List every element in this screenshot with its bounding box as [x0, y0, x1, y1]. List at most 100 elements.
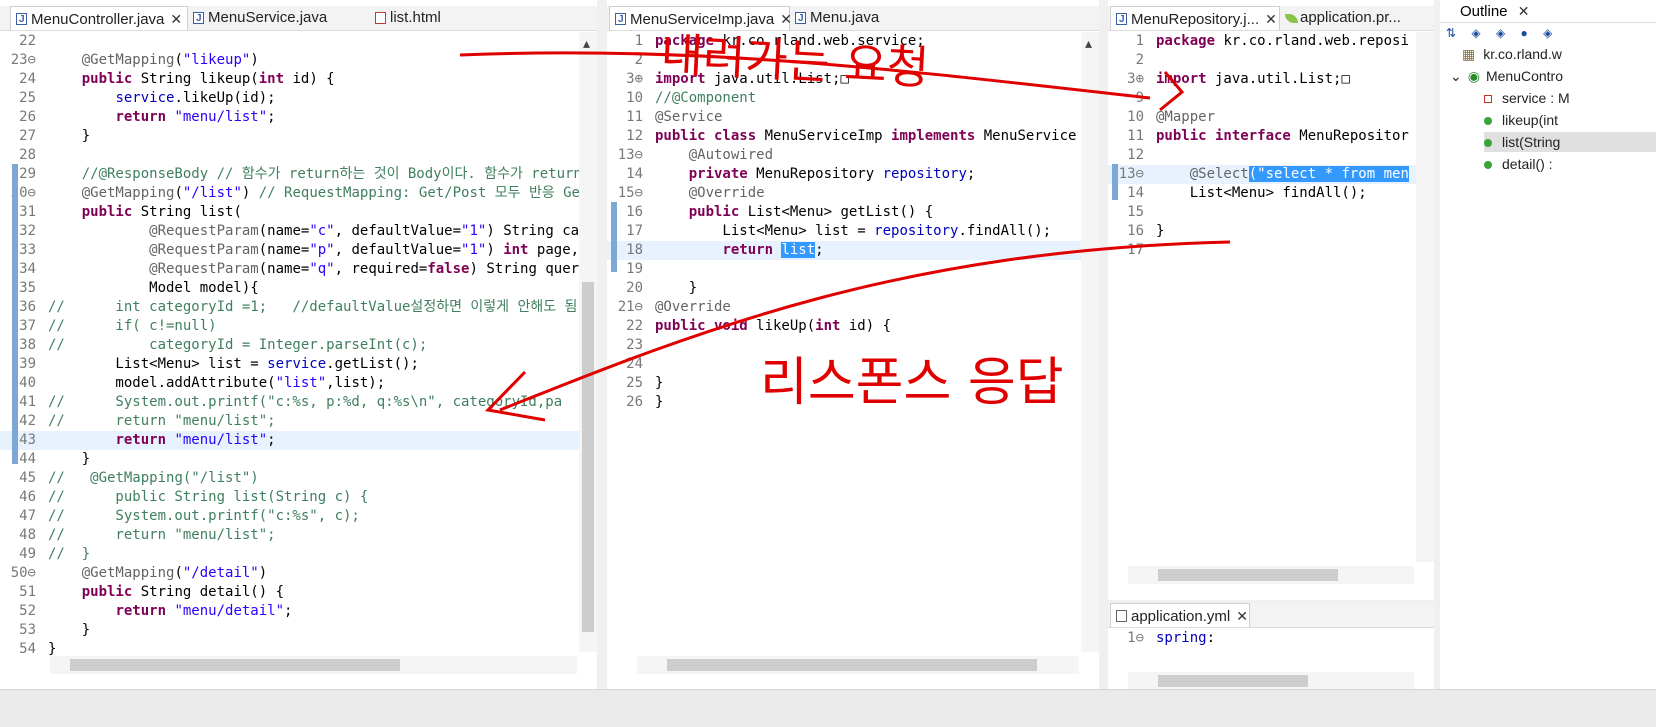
- code-line[interactable]: 17 List<Menu> list = repository.findAll(…: [607, 222, 1099, 241]
- code-line[interactable]: 11 public interface MenuRepositor: [1108, 127, 1434, 146]
- code-line[interactable]: 51 public String detail() {: [0, 583, 597, 602]
- code-line[interactable]: 15: [1108, 203, 1434, 222]
- code-line[interactable]: 26 return "menu/list";: [0, 108, 597, 127]
- outline-item-method[interactable]: detail() :: [1484, 154, 1656, 174]
- horizontal-scrollbar[interactable]: [50, 656, 577, 674]
- expand-chevron-icon[interactable]: ⌄: [1450, 68, 1462, 84]
- horizontal-scrollbar[interactable]: [637, 656, 1079, 674]
- code-line[interactable]: 46 // public String list(String c) {: [0, 488, 597, 507]
- tab-application-yml[interactable]: application.yml ✕: [1110, 603, 1250, 627]
- code-line[interactable]: 23: [607, 336, 1099, 355]
- code-line[interactable]: 16 public List<Menu> getList() {: [607, 203, 1099, 222]
- tab-menu-controller[interactable]: MenuController.java ✕: [10, 6, 188, 32]
- code-line[interactable]: 32 @RequestParam(name="c", defaultValue=…: [0, 222, 597, 241]
- code-line[interactable]: 13⊖ @Select("select * from men: [1108, 165, 1434, 184]
- code-line[interactable]: 9: [1108, 89, 1434, 108]
- code-line[interactable]: 41 // System.out.printf("c:%s, p:%d, q:%s…: [0, 393, 597, 412]
- horizontal-scrollbar[interactable]: [1128, 672, 1414, 690]
- code-line[interactable]: 22: [0, 32, 597, 51]
- tab-list-html[interactable]: list.html: [370, 6, 480, 30]
- code-line[interactable]: 44 }: [0, 450, 597, 469]
- outline-item-method[interactable]: likeup(int: [1484, 110, 1656, 130]
- code-line[interactable]: 22 public void likeUp(int id) {: [607, 317, 1099, 336]
- vertical-scrollbar[interactable]: ▴: [1081, 32, 1099, 652]
- code-line[interactable]: 45 // @GetMapping("/list"): [0, 469, 597, 488]
- code-line[interactable]: 53 }: [0, 621, 597, 640]
- scroll-thumb[interactable]: [70, 659, 400, 671]
- code-line[interactable]: 25 service.likeUp(id);: [0, 89, 597, 108]
- tab-application-properties[interactable]: application.pr...: [1280, 6, 1430, 30]
- code-line[interactable]: 48 // return "menu/list";: [0, 526, 597, 545]
- code-line[interactable]: 19: [607, 260, 1099, 279]
- scroll-thumb[interactable]: [582, 282, 594, 632]
- vertical-scrollbar[interactable]: ▴: [579, 32, 597, 652]
- vertical-scrollbar[interactable]: [1416, 32, 1434, 562]
- code-line[interactable]: 28: [0, 146, 597, 165]
- tab-menu-service-imp[interactable]: MenuServiceImp.java✕: [609, 6, 792, 32]
- code-line[interactable]: 24 public String likeup(int id) {: [0, 70, 597, 89]
- tab-menu-repository[interactable]: MenuRepository.j... ✕: [1110, 6, 1280, 32]
- code-line[interactable]: 11 @Service: [607, 108, 1099, 127]
- tab-menu-service[interactable]: MenuService.java: [188, 6, 364, 31]
- outline-item-method[interactable]: list(String: [1484, 132, 1656, 152]
- code-line[interactable]: 12: [1108, 146, 1434, 165]
- code-line[interactable]: 30⊖ @GetMapping("/list") // RequestMappi…: [0, 184, 597, 203]
- code-line[interactable]: 17: [1108, 241, 1434, 260]
- code-line[interactable]: 21⊖ @Override: [607, 298, 1099, 317]
- code-line[interactable]: 14 private MenuRepository repository;: [607, 165, 1099, 184]
- code-line[interactable]: 10 //@Component: [607, 89, 1099, 108]
- code-line[interactable]: 10 @Mapper: [1108, 108, 1434, 127]
- code-line[interactable]: 43 return "menu/list";: [0, 431, 597, 450]
- code-area[interactable]: 22 23⊖ @GetMapping("likeup") 24 public Str…: [0, 32, 597, 657]
- code-line[interactable]: 42 // return "menu/list";: [0, 412, 597, 431]
- code-line[interactable]: 40 model.addAttribute("list",list);: [0, 374, 597, 393]
- code-line[interactable]: 18 return list;: [607, 241, 1099, 260]
- code-line[interactable]: 38 // categoryId = Integer.parseInt(c);: [0, 336, 597, 355]
- code-line[interactable]: 2: [1108, 51, 1434, 70]
- code-line[interactable]: 1 package kr.co.rland.web.reposi: [1108, 32, 1434, 51]
- scroll-up-icon[interactable]: ▴: [583, 34, 590, 52]
- code-area[interactable]: 1 package kr.co.rland.web.reposi 2 3⊕ import…: [1108, 32, 1434, 562]
- code-line[interactable]: 26}: [607, 393, 1099, 412]
- outline-item-field[interactable]: service : M: [1484, 88, 1656, 108]
- code-line[interactable]: 39 List<Menu> list = service.getList();: [0, 355, 597, 374]
- code-line[interactable]: 14 List<Menu> findAll();: [1108, 184, 1434, 203]
- code-line[interactable]: 47 // System.out.printf("c:%s", c);: [0, 507, 597, 526]
- code-line[interactable]: 12 public class MenuServiceImp implements…: [607, 127, 1099, 146]
- outline-item-package[interactable]: ▦ kr.co.rland.w: [1462, 44, 1656, 64]
- code-line[interactable]: 50⊖ @GetMapping("/detail"): [0, 564, 597, 583]
- code-line[interactable]: 31 public String list(: [0, 203, 597, 222]
- code-line[interactable]: 3⊕ import java.util.List;□: [607, 70, 1099, 89]
- code-line[interactable]: 34 @RequestParam(name="q", required=fals…: [0, 260, 597, 279]
- code-line[interactable]: 3⊕ import java.util.List;□: [1108, 70, 1434, 89]
- close-icon[interactable]: ✕: [170, 11, 182, 27]
- code-line[interactable]: 1 package kr.co.rland.web.service;: [607, 32, 1099, 51]
- code-line[interactable]: 27 }: [0, 127, 597, 146]
- close-icon[interactable]: ✕: [1236, 608, 1248, 624]
- code-line[interactable]: 49 // }: [0, 545, 597, 564]
- code-line[interactable]: 24: [607, 355, 1099, 374]
- scroll-up-icon[interactable]: ▴: [1085, 34, 1092, 52]
- code-line[interactable]: 20 }: [607, 279, 1099, 298]
- code-line[interactable]: 33 @RequestParam(name="p", defaultValue=…: [0, 241, 597, 260]
- scroll-thumb[interactable]: [667, 659, 1037, 671]
- close-icon[interactable]: ✕: [1265, 11, 1277, 27]
- code-line[interactable]: 52 return "menu/detail";: [0, 602, 597, 621]
- tab-menu-java[interactable]: Menu.java: [790, 6, 900, 31]
- code-area[interactable]: 1 package kr.co.rland.web.service; 2 3⊕ impo…: [607, 32, 1099, 652]
- code-line[interactable]: 16}: [1108, 222, 1434, 241]
- code-line[interactable]: 15⊖ @Override: [607, 184, 1099, 203]
- scroll-thumb[interactable]: [1158, 569, 1338, 581]
- code-line[interactable]: 29 //@ResponseBody // 함수가 return하는 것이 Bo…: [0, 165, 597, 184]
- code-line[interactable]: 35 Model model){: [0, 279, 597, 298]
- outline-toolbar[interactable]: ⇅ ◈ ◈ ● ◈: [1446, 26, 1558, 40]
- code-line[interactable]: 2: [607, 51, 1099, 70]
- code-line[interactable]: 23⊖ @GetMapping("likeup"): [0, 51, 597, 70]
- code-line[interactable]: 36 // int categoryId =1; //defaultValue설정…: [0, 298, 597, 317]
- code-line[interactable]: 25}: [607, 374, 1099, 393]
- horizontal-scrollbar[interactable]: [1128, 566, 1414, 584]
- scroll-thumb[interactable]: [1158, 675, 1308, 687]
- code-line[interactable]: 37 // if( c!=null): [0, 317, 597, 336]
- code-line[interactable]: 13⊖ @Autowired: [607, 146, 1099, 165]
- code-line[interactable]: 1⊖ spring:: [1108, 629, 1434, 648]
